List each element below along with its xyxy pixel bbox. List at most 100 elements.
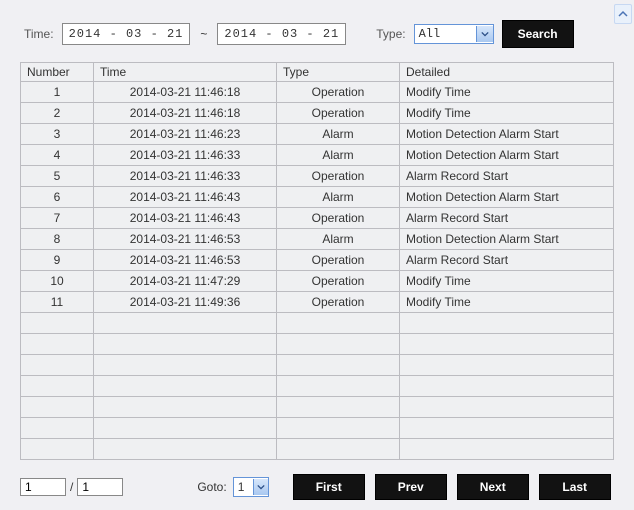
search-button[interactable]: Search <box>502 20 574 48</box>
cell-number <box>21 334 94 355</box>
table-row <box>21 439 614 460</box>
cell-type: Operation <box>277 250 400 271</box>
cell-detailed <box>400 376 614 397</box>
cell-number <box>21 313 94 334</box>
table-row: 62014-03-21 11:46:43AlarmMotion Detectio… <box>21 187 614 208</box>
cell-detailed: Modify Time <box>400 82 614 103</box>
filter-row: Time: 2014 - 03 - 21 ~ 2014 - 03 - 21 Ty… <box>20 14 614 62</box>
chevron-down-icon <box>253 479 268 495</box>
cell-number: 3 <box>21 124 94 145</box>
date-range-tilde: ~ <box>198 27 209 41</box>
cell-number <box>21 355 94 376</box>
cell-time <box>94 334 277 355</box>
th-time: Time <box>94 63 277 82</box>
cell-number <box>21 439 94 460</box>
table-row: 72014-03-21 11:46:43OperationAlarm Recor… <box>21 208 614 229</box>
table-row: 12014-03-21 11:46:18OperationModify Time <box>21 82 614 103</box>
cell-detailed: Modify Time <box>400 103 614 124</box>
type-label: Type: <box>376 27 405 41</box>
table-row: 102014-03-21 11:47:29OperationModify Tim… <box>21 271 614 292</box>
cell-time: 2014-03-21 11:46:18 <box>94 103 277 124</box>
table-row <box>21 418 614 439</box>
table-row: 92014-03-21 11:46:53OperationAlarm Recor… <box>21 250 614 271</box>
cell-number: 2 <box>21 103 94 124</box>
goto-select[interactable]: 1 <box>233 477 269 497</box>
cell-type: Alarm <box>277 124 400 145</box>
cell-type <box>277 397 400 418</box>
cell-number: 1 <box>21 82 94 103</box>
cell-detailed: Modify Time <box>400 292 614 313</box>
cell-detailed: Motion Detection Alarm Start <box>400 124 614 145</box>
cell-number: 8 <box>21 229 94 250</box>
cell-detailed <box>400 355 614 376</box>
table-row <box>21 376 614 397</box>
cell-type: Alarm <box>277 145 400 166</box>
cell-number: 6 <box>21 187 94 208</box>
cell-detailed: Modify Time <box>400 271 614 292</box>
cell-time: 2014-03-21 11:46:53 <box>94 229 277 250</box>
cell-time <box>94 355 277 376</box>
cell-type: Operation <box>277 166 400 187</box>
cell-time <box>94 418 277 439</box>
cell-detailed <box>400 439 614 460</box>
cell-detailed <box>400 397 614 418</box>
type-select[interactable]: All <box>414 24 494 44</box>
cell-number: 5 <box>21 166 94 187</box>
cell-type: Alarm <box>277 229 400 250</box>
table-row <box>21 355 614 376</box>
table-row <box>21 397 614 418</box>
cell-number: 4 <box>21 145 94 166</box>
cell-type: Operation <box>277 82 400 103</box>
chevron-down-icon <box>476 26 493 42</box>
cell-time: 2014-03-21 11:46:23 <box>94 124 277 145</box>
table-row: 112014-03-21 11:49:36OperationModify Tim… <box>21 292 614 313</box>
cell-time <box>94 439 277 460</box>
cell-type <box>277 355 400 376</box>
cell-type: Alarm <box>277 187 400 208</box>
cell-time: 2014-03-21 11:46:33 <box>94 166 277 187</box>
cell-type <box>277 313 400 334</box>
cell-number <box>21 418 94 439</box>
time-label: Time: <box>24 27 54 41</box>
prev-button[interactable]: Prev <box>375 474 447 500</box>
cell-time: 2014-03-21 11:46:33 <box>94 145 277 166</box>
th-detailed: Detailed <box>400 63 614 82</box>
table-row: 82014-03-21 11:46:53AlarmMotion Detectio… <box>21 229 614 250</box>
date-to-input[interactable]: 2014 - 03 - 21 <box>217 23 346 45</box>
th-number: Number <box>21 63 94 82</box>
table-row: 52014-03-21 11:46:33OperationAlarm Recor… <box>21 166 614 187</box>
cell-number <box>21 397 94 418</box>
current-page-input[interactable] <box>20 478 66 496</box>
cell-number: 7 <box>21 208 94 229</box>
cell-type: Operation <box>277 292 400 313</box>
table-row: 42014-03-21 11:46:33AlarmMotion Detectio… <box>21 145 614 166</box>
cell-time: 2014-03-21 11:49:36 <box>94 292 277 313</box>
total-pages-display <box>77 478 123 496</box>
cell-type <box>277 334 400 355</box>
cell-number: 10 <box>21 271 94 292</box>
next-button[interactable]: Next <box>457 474 529 500</box>
cell-time: 2014-03-21 11:47:29 <box>94 271 277 292</box>
cell-number: 11 <box>21 292 94 313</box>
last-button[interactable]: Last <box>539 474 611 500</box>
cell-detailed: Alarm Record Start <box>400 250 614 271</box>
pagination-row: / Goto: 1 First Prev Next Last <box>20 460 614 506</box>
table-row <box>21 313 614 334</box>
cell-type <box>277 439 400 460</box>
cell-time: 2014-03-21 11:46:43 <box>94 187 277 208</box>
scroll-up-button[interactable] <box>614 4 632 24</box>
cell-type: Operation <box>277 103 400 124</box>
cell-detailed <box>400 334 614 355</box>
cell-detailed: Alarm Record Start <box>400 166 614 187</box>
date-from-input[interactable]: 2014 - 03 - 21 <box>62 23 191 45</box>
cell-detailed <box>400 313 614 334</box>
table-row <box>21 334 614 355</box>
cell-type: Operation <box>277 208 400 229</box>
chevron-up-icon <box>618 9 628 19</box>
cell-time <box>94 376 277 397</box>
first-button[interactable]: First <box>293 474 365 500</box>
table-header-row: Number Time Type Detailed <box>21 63 614 82</box>
goto-label: Goto: <box>197 480 226 494</box>
table-row: 32014-03-21 11:46:23AlarmMotion Detectio… <box>21 124 614 145</box>
cell-time: 2014-03-21 11:46:53 <box>94 250 277 271</box>
